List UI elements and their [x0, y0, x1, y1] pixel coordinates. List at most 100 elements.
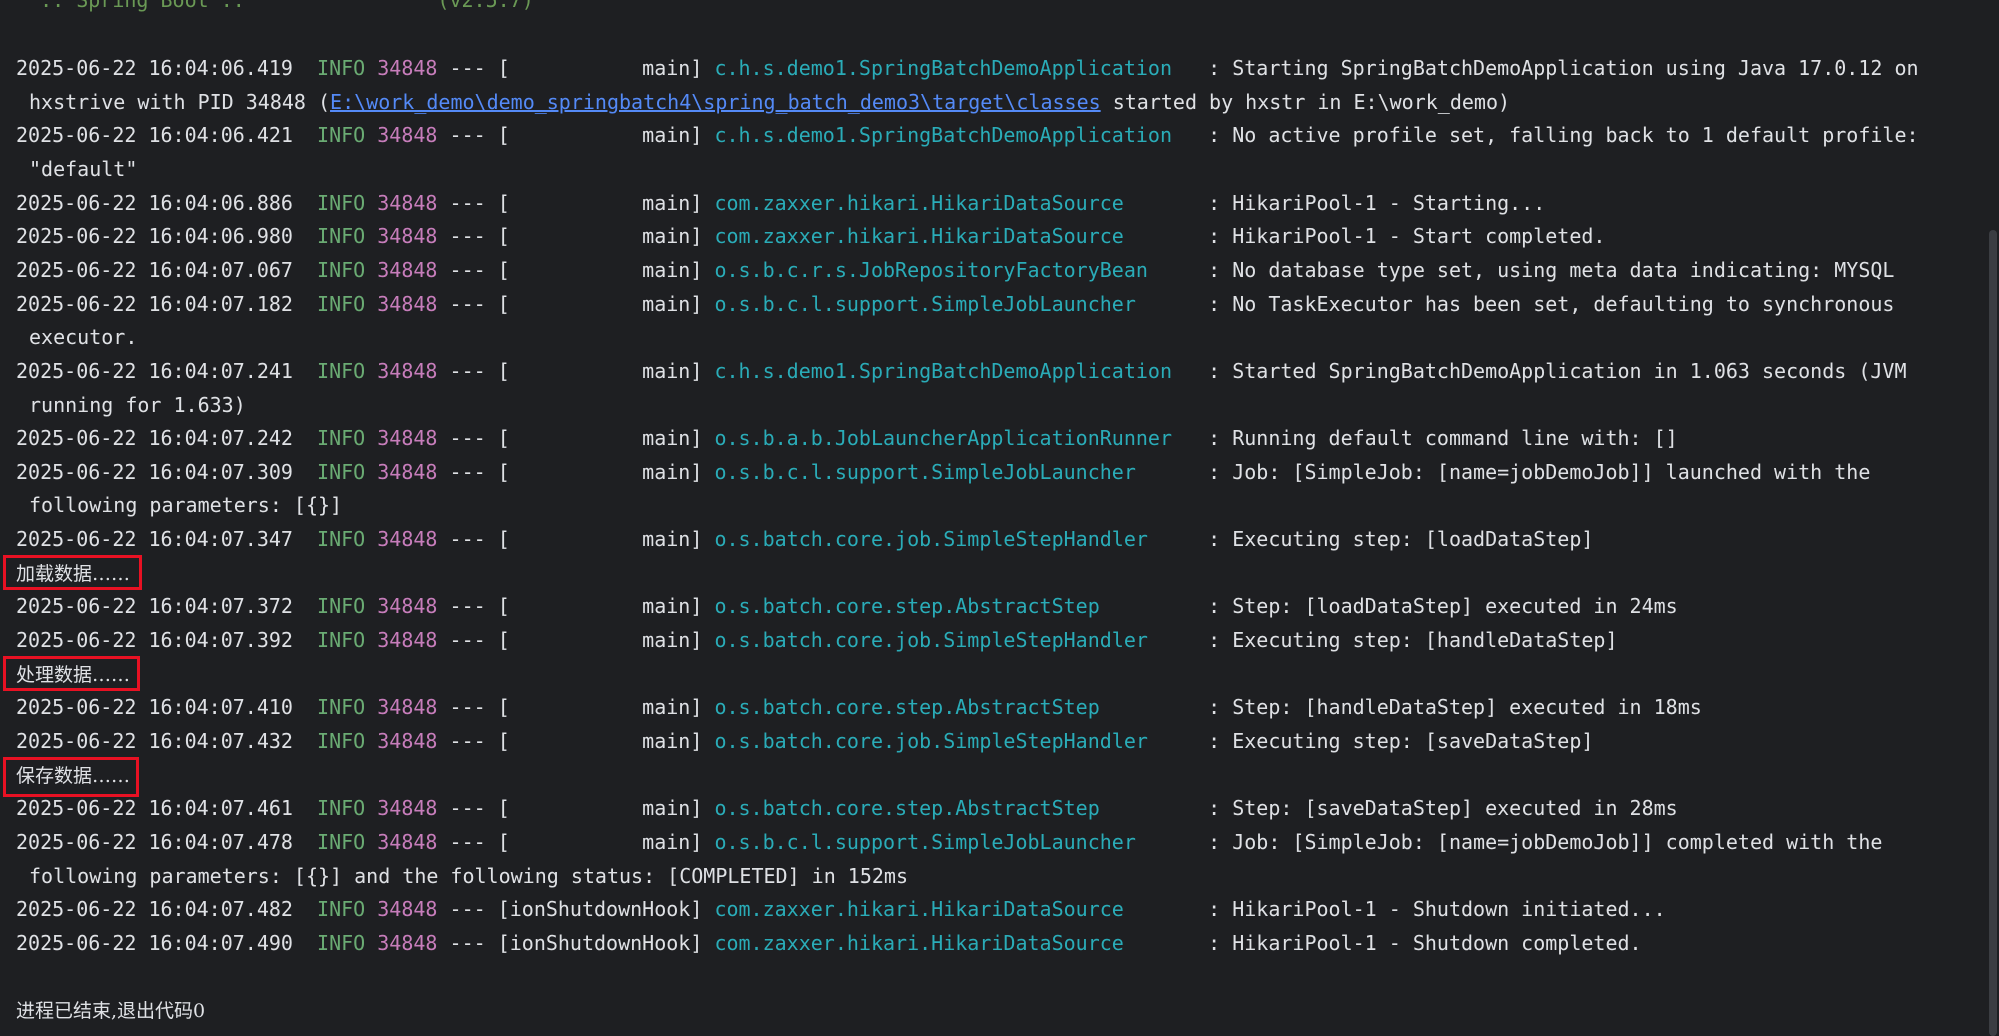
log-logger: c.h.s.demo1.SpringBatchDemoApplication [714, 358, 1197, 383]
log-message: : Job: [SimpleJob: [name=jobDemoJob]] la… [1196, 459, 1871, 484]
log-message: : No TaskExecutor has been set, defaulti… [1196, 291, 1895, 316]
log-pid: 34848 [377, 358, 438, 383]
log-timestamp: 2025-06-22 16:04:07.461 [16, 796, 293, 821]
log-timestamp: 2025-06-22 16:04:07.347 [16, 527, 293, 552]
log-timestamp: 2025-06-22 16:04:07.182 [16, 291, 293, 316]
log-line: 2025-06-22 16:04:07.242 INFO 34848 --- [… [16, 426, 1678, 450]
log-pid: 34848 [377, 796, 438, 821]
log-logger: com.zaxxer.hikari.HikariDataSource [714, 897, 1197, 922]
log-logger: o.s.b.c.l.support.SimpleJobLauncher [714, 459, 1197, 484]
log-level: INFO [317, 628, 366, 653]
log-pid: 34848 [377, 930, 438, 955]
log-line: 2025-06-22 16:04:07.478 INFO 34848 --- [… [16, 830, 1882, 854]
log-thread: --- [ main] [437, 190, 715, 215]
log-pid: 34848 [377, 56, 438, 80]
log-level: INFO [317, 729, 366, 753]
log-message: : Running default command line with: [] [1196, 426, 1678, 451]
log-line-continuation: following parameters: [{}] [29, 493, 342, 517]
log-level: INFO [317, 56, 366, 80]
log-level: INFO [317, 224, 366, 249]
log-logger: o.s.batch.core.job.SimpleStepHandler [714, 527, 1197, 552]
scrollbar-thumb[interactable] [1989, 230, 1997, 1036]
log-message: : Executing step: [saveDataStep] [1196, 729, 1594, 753]
log-thread: --- [ main] [437, 291, 715, 316]
log-message-continued: hxstrive with PID 34848 ( [29, 89, 331, 114]
log-pid: 34848 [377, 729, 438, 753]
log-pid: 34848 [377, 897, 438, 922]
log-thread: --- [ionShutdownHook] [437, 897, 715, 922]
log-timestamp: 2025-06-22 16:04:07.482 [16, 897, 293, 922]
log-thread: --- [ main] [437, 796, 715, 821]
log-timestamp: 2025-06-22 16:04:07.241 [16, 358, 293, 383]
classpath-link[interactable]: E:\work_demo\demo_springbatch4\spring_ba… [330, 90, 1101, 114]
log-message: : HikariPool-1 - Shutdown completed. [1196, 930, 1642, 955]
log-logger: o.s.b.c.l.support.SimpleJobLauncher [714, 291, 1197, 316]
log-level: INFO [317, 426, 366, 451]
log-line-continuation: "default" [29, 157, 137, 181]
log-logger: o.s.b.a.b.JobLauncherApplicationRunner [714, 426, 1197, 451]
log-message-continued: following parameters: [{}] and the follo… [29, 863, 908, 888]
highlight-box-load [3, 555, 142, 590]
log-line: 2025-06-22 16:04:07.347 INFO 34848 --- [… [16, 527, 1593, 551]
log-timestamp: 2025-06-22 16:04:07.372 [16, 594, 293, 619]
log-thread: --- [ main] [437, 459, 715, 484]
log-level: INFO [317, 257, 366, 282]
log-pid: 34848 [377, 628, 438, 653]
log-level: INFO [317, 190, 366, 215]
log-message: : Step: [loadDataStep] executed in 24ms [1196, 594, 1678, 619]
log-message: : Executing step: [handleDataStep] [1196, 628, 1618, 653]
log-level: INFO [317, 695, 366, 720]
log-message: : HikariPool-1 - Start completed. [1196, 224, 1606, 249]
log-thread: --- [ main] [437, 829, 715, 854]
log-line: 2025-06-22 16:04:07.490 INFO 34848 --- [… [16, 931, 1642, 955]
log-logger: o.s.batch.core.step.AbstractStep [714, 594, 1197, 619]
log-logger: c.h.s.demo1.SpringBatchDemoApplication [714, 56, 1197, 80]
log-message-continued: "default" [29, 156, 138, 181]
log-pid: 34848 [377, 123, 438, 148]
log-line: 2025-06-22 16:04:07.372 INFO 34848 --- [… [16, 594, 1678, 618]
log-message-continued: executor. [29, 325, 138, 350]
highlight-box-handle [3, 656, 140, 691]
log-timestamp: 2025-06-22 16:04:07.490 [16, 930, 293, 955]
program-output-text: 进程已结束,退出代码0 [16, 1000, 206, 1023]
log-timestamp: 2025-06-22 16:04:06.421 [16, 123, 293, 148]
log-line: 2025-06-22 16:04:06.980 INFO 34848 --- [… [16, 224, 1605, 248]
log-logger: o.s.batch.core.job.SimpleStepHandler [714, 729, 1197, 753]
log-pid: 34848 [377, 527, 438, 552]
log-level: INFO [317, 527, 366, 552]
log-line: 2025-06-22 16:04:06.886 INFO 34848 --- [… [16, 191, 1545, 215]
log-level: INFO [317, 829, 366, 854]
console-output[interactable]: :: Spring Boot :: (v2.5.7) 2025-06-22 16… [0, 0, 1999, 1036]
log-message: : Started SpringBatchDemoApplication in … [1196, 358, 1907, 383]
log-logger: o.s.batch.core.step.AbstractStep [714, 695, 1197, 720]
log-line: 2025-06-22 16:04:07.392 INFO 34848 --- [… [16, 628, 1618, 652]
log-thread: --- [ main] [437, 695, 715, 720]
log-logger: o.s.b.c.l.support.SimpleJobLauncher [714, 829, 1197, 854]
spring-boot-banner: :: Spring Boot :: (v2.5.7) [16, 0, 534, 12]
log-level: INFO [317, 897, 366, 922]
log-timestamp: 2025-06-22 16:04:07.309 [16, 459, 293, 484]
log-line: 2025-06-22 16:04:07.432 INFO 34848 --- [… [16, 729, 1593, 753]
log-thread: --- [ main] [437, 628, 715, 653]
log-thread: --- [ main] [437, 527, 715, 552]
log-level: INFO [317, 459, 366, 484]
log-timestamp: 2025-06-22 16:04:07.410 [16, 695, 293, 720]
log-level: INFO [317, 930, 366, 955]
log-thread: --- [ main] [437, 594, 715, 619]
log-message: : No active profile set, falling back to… [1196, 123, 1919, 148]
log-message: : Executing step: [loadDataStep] [1196, 527, 1594, 552]
log-logger: com.zaxxer.hikari.HikariDataSource [714, 930, 1197, 955]
log-message-continued: following parameters: [{}] [29, 493, 343, 518]
log-level: INFO [317, 123, 366, 148]
log-pid: 34848 [377, 695, 438, 720]
log-thread: --- [ main] [437, 123, 715, 148]
log-pid: 34848 [377, 426, 438, 451]
log-pid: 34848 [377, 594, 438, 619]
vertical-scrollbar[interactable] [1985, 0, 1999, 1036]
log-level: INFO [317, 358, 366, 383]
log-line: 2025-06-22 16:04:06.421 INFO 34848 --- [… [16, 123, 1919, 147]
log-logger: com.zaxxer.hikari.HikariDataSource [714, 224, 1197, 249]
log-thread: --- [ main] [437, 224, 715, 249]
log-thread: --- [ main] [437, 426, 715, 451]
log-line: 2025-06-22 16:04:06.419 INFO 34848 --- [… [16, 56, 1919, 80]
